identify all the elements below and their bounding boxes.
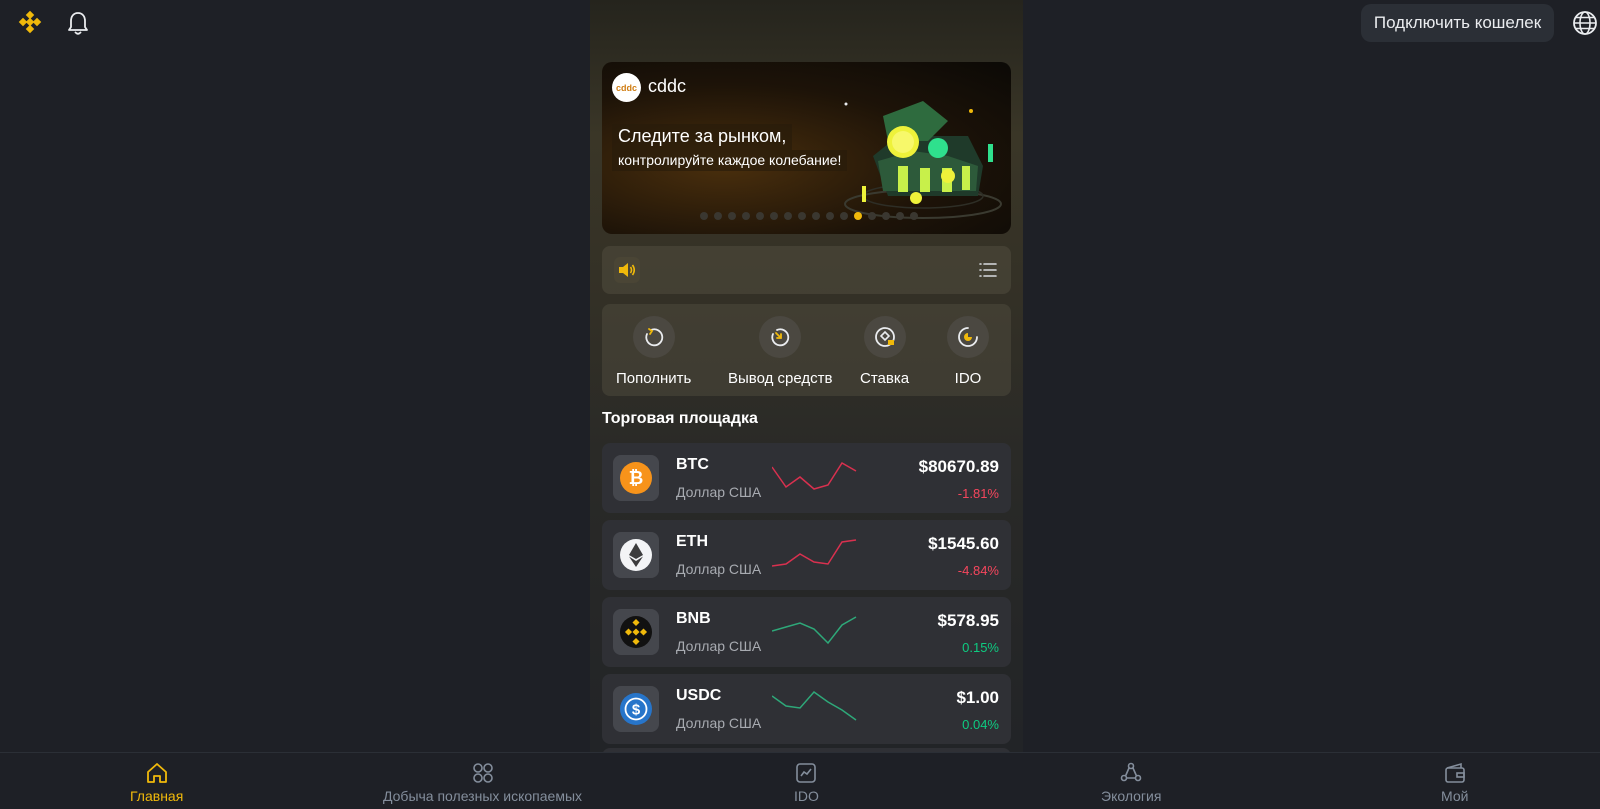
ido-button[interactable]: IDO	[947, 316, 989, 387]
speaker-icon	[614, 257, 640, 283]
ethereum-icon	[613, 532, 659, 578]
carousel-dot[interactable]	[910, 212, 918, 220]
svg-text:₿: ₿	[629, 468, 644, 488]
bell-icon[interactable]	[66, 10, 90, 36]
list-icon[interactable]	[977, 259, 999, 281]
bottom-nav: Главная Добыча полезных ископаемых IDO Э…	[0, 752, 1600, 809]
ido-chart-icon	[796, 763, 817, 783]
carousel-dot[interactable]	[798, 212, 806, 220]
carousel-dot[interactable]	[700, 212, 708, 220]
sparkline-chart	[772, 616, 857, 645]
coin-symbol: ETH	[676, 533, 708, 550]
bnb-icon	[613, 609, 659, 655]
carousel-dot[interactable]	[714, 212, 722, 220]
carousel-dot[interactable]	[854, 212, 862, 220]
ecology-icon	[1120, 762, 1142, 782]
staking-button[interactable]: Ставка	[860, 316, 909, 387]
carousel-dot[interactable]	[756, 212, 764, 220]
coin-symbol: USDC	[676, 687, 722, 704]
carousel-dot[interactable]	[742, 212, 750, 220]
coin-quote: Доллар США	[676, 484, 762, 500]
coin-price: $1545.60	[928, 534, 999, 553]
banner-subtitle: контролируйте каждое колебание!	[612, 150, 848, 171]
deposit-button[interactable]: Пополнить	[616, 316, 691, 387]
connect-wallet-button[interactable]: Подключить кошелек	[1361, 4, 1554, 42]
binance-logo-icon[interactable]	[16, 10, 44, 38]
deposit-label: Пополнить	[616, 370, 692, 387]
svg-text:$: $	[632, 702, 641, 719]
deposit-icon	[632, 316, 675, 358]
globe-icon[interactable]	[1572, 10, 1598, 36]
carousel-dot[interactable]	[882, 212, 890, 220]
coin-row-eth[interactable]: ETH Доллар США $1545.60 -4.84%	[602, 520, 1011, 590]
carousel-dot[interactable]	[896, 212, 904, 220]
sparkline-chart	[772, 539, 857, 567]
nav-label: IDO	[794, 788, 819, 804]
carousel-dot[interactable]	[770, 212, 778, 220]
banner-brand: cddc	[648, 76, 687, 96]
staking-icon	[863, 316, 906, 358]
coin-change: -4.84%	[957, 563, 999, 578]
coin-row-bnb[interactable]: BNB Доллар США $578.95 0.15%	[602, 597, 1011, 667]
coin-quote: Доллар США	[676, 561, 762, 577]
ido-label: IDO	[954, 370, 982, 387]
banner-title: Следите за рынком,	[612, 124, 793, 150]
nav-label: Добыча полезных ископаемых	[383, 788, 583, 804]
coin-price: $578.95	[937, 611, 999, 630]
carousel-dot[interactable]	[868, 212, 876, 220]
coin-change: 0.15%	[962, 640, 999, 655]
coin-row-btc[interactable]: ₿ BTC Доллар США $80670.89 -1.81%	[602, 443, 1011, 513]
withdraw-label: Вывод средств	[728, 370, 833, 387]
coin-symbol: BTC	[676, 456, 709, 473]
carousel-dots	[700, 212, 918, 220]
sparkline-chart	[772, 690, 857, 721]
nav-label: Главная	[130, 788, 184, 804]
market-title: Торговая площадка	[602, 410, 758, 427]
staking-label: Ставка	[860, 370, 910, 387]
coin-price: $80670.89	[918, 457, 999, 476]
nav-label: Мой	[1441, 788, 1469, 804]
bitcoin-icon: ₿	[613, 455, 659, 501]
carousel-dot[interactable]	[840, 212, 848, 220]
nav-ido[interactable]: IDO	[794, 761, 819, 804]
nav-label: Экология	[1101, 788, 1162, 804]
ido-icon	[947, 316, 989, 358]
usdc-icon: $	[613, 686, 659, 732]
withdraw-button[interactable]: Вывод средств	[728, 316, 832, 387]
coin-row-usdc[interactable]: $ USDC Доллар США $1.00 0.04%	[602, 674, 1011, 744]
coin-price: $1.00	[956, 688, 999, 707]
nav-mining[interactable]: Добыча полезных ископаемых	[383, 761, 582, 804]
sparkline-chart	[772, 461, 857, 490]
mining-icon	[472, 763, 493, 783]
carousel-dot[interactable]	[728, 212, 736, 220]
wallet-icon	[1444, 762, 1465, 783]
nav-home[interactable]: Главная	[130, 761, 183, 804]
withdraw-icon	[759, 316, 802, 358]
coin-symbol: BNB	[676, 610, 711, 627]
announcement-bar[interactable]	[602, 246, 1011, 294]
coin-quote: Доллар США	[676, 638, 762, 654]
carousel-dot[interactable]	[784, 212, 792, 220]
carousel-dot[interactable]	[826, 212, 834, 220]
carousel-dot[interactable]	[812, 212, 820, 220]
coin-change: 0.04%	[962, 717, 999, 732]
nav-profile[interactable]: Мой	[1441, 761, 1468, 804]
quick-actions: Пополнить Вывод средств Ставка IDO	[602, 304, 1011, 396]
home-icon	[146, 763, 167, 783]
promo-banner[interactable]: cddc cddc Следите за рынком, контролируй…	[602, 62, 1011, 234]
brand-logo: cddc	[612, 73, 641, 102]
coin-change: -1.81%	[957, 486, 999, 501]
coins-illustration	[844, 101, 1002, 219]
nav-ecology[interactable]: Экология	[1101, 761, 1161, 804]
coin-quote: Доллар США	[676, 715, 762, 731]
